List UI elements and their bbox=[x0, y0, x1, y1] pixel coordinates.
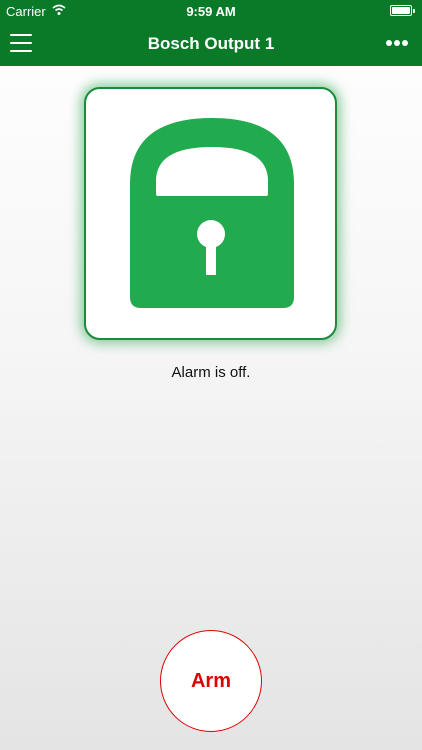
lock-status-tile[interactable] bbox=[84, 87, 337, 340]
padlock-icon bbox=[130, 118, 294, 308]
arm-button[interactable]: Arm bbox=[160, 630, 262, 732]
clock: 9:59 AM bbox=[186, 4, 236, 19]
more-dots-icon[interactable] bbox=[386, 40, 412, 48]
status-bar: Carrier 9:59 AM bbox=[0, 0, 422, 22]
battery-icon bbox=[390, 5, 415, 16]
page-title: Bosch Output 1 bbox=[147, 34, 275, 53]
nav-bar: Bosch Output 1 bbox=[0, 22, 422, 66]
alarm-status-text: Alarm is off. bbox=[171, 364, 251, 381]
